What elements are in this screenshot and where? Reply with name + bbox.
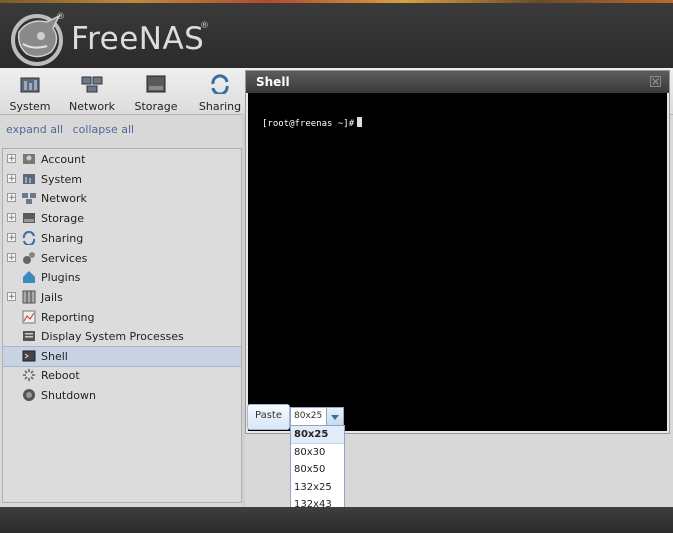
tree-controls: expand all collapse all — [6, 123, 140, 136]
network-icon — [81, 76, 103, 93]
tree-item-label: Account — [41, 153, 86, 166]
network-icon — [22, 193, 36, 204]
tree-item-storage[interactable]: + Storage — [3, 209, 241, 228]
shell-window: Shell [root@freenas ~]# — [245, 70, 670, 434]
tree-item-display-system-processes[interactable]: Display System Processes — [3, 327, 241, 346]
tree-item-label: Network — [41, 192, 87, 205]
terminal-prompt: [root@freenas ~]# — [262, 117, 363, 129]
toolbar-label: Sharing — [198, 100, 242, 113]
tree-item-system[interactable]: + System — [3, 170, 241, 189]
toolbar-storage-button[interactable]: Storage — [126, 74, 186, 114]
system-icon — [20, 77, 40, 93]
option-label: 80x30 — [294, 447, 326, 458]
chevron-down-icon — [331, 415, 339, 420]
tree-item-network[interactable]: + Network — [3, 189, 241, 208]
app-footer — [0, 507, 673, 533]
tree-item-shutdown[interactable]: Shutdown — [3, 386, 241, 405]
toolbar-label: Network — [69, 100, 115, 113]
account-icon — [23, 154, 35, 164]
plugins-icon — [23, 271, 35, 283]
sharing-icon — [22, 231, 36, 245]
expand-all-link[interactable]: expand all — [6, 123, 63, 136]
shutdown-icon — [23, 389, 35, 401]
expand-icon[interactable]: + — [7, 193, 16, 203]
jails-icon — [22, 290, 36, 304]
tree-item-label: Jails — [41, 291, 63, 304]
tree-item-services[interactable]: + Services — [3, 249, 241, 268]
expand-icon[interactable]: + — [7, 292, 16, 302]
prompt-text: [root@freenas ~]# — [262, 119, 355, 129]
terminal-area[interactable]: [root@freenas ~]# — [248, 93, 667, 431]
tree-item-label: Plugins — [41, 271, 81, 284]
toolbar-sharing-button[interactable]: Sharing — [190, 74, 250, 114]
tree-item-reboot[interactable]: Reboot — [3, 366, 241, 385]
size-option[interactable]: 132x25 — [291, 479, 344, 496]
expand-icon[interactable]: + — [7, 174, 16, 184]
toolbar-label: System — [9, 100, 51, 113]
collapse-all-link[interactable]: collapse all — [73, 123, 134, 136]
terminal-cursor — [357, 117, 363, 127]
tree-item-label: Reboot — [41, 369, 80, 382]
dropdown-arrow[interactable] — [326, 408, 343, 426]
option-label: 80x50 — [294, 464, 326, 475]
reporting-icon — [22, 310, 36, 324]
size-option[interactable]: 80x50 — [291, 461, 344, 478]
tree-item-label: Shutdown — [41, 389, 96, 402]
size-option[interactable]: 80x30 — [291, 444, 344, 461]
toolbar-label: Storage — [134, 100, 178, 113]
toolbar-network-button[interactable]: Network — [62, 74, 122, 114]
toolbar-system-button[interactable]: System — [0, 74, 60, 114]
storage-icon — [146, 75, 166, 93]
terminal-size-select[interactable]: 80x25 — [290, 407, 344, 427]
size-option[interactable]: 80x25 — [291, 426, 344, 444]
shell-icon — [22, 350, 36, 362]
tree-item-label: Sharing — [41, 232, 84, 245]
processes-icon — [23, 331, 35, 341]
select-value: 80x25 — [294, 411, 323, 421]
system-icon — [23, 174, 35, 184]
registered-mark: ® — [200, 21, 209, 31]
sharing-icon — [211, 74, 229, 94]
tree-item-label: Shell — [41, 350, 68, 363]
expand-icon[interactable]: + — [7, 154, 16, 164]
app-header: ® FreeNAS ® — [0, 3, 673, 68]
tree-item-label: Display System Processes — [41, 330, 184, 343]
services-icon — [23, 252, 35, 264]
expand-icon[interactable]: + — [7, 213, 16, 223]
tree-item-shell[interactable]: Shell — [3, 346, 241, 367]
tree-item-account[interactable]: + Account — [3, 150, 241, 169]
tree-item-sharing[interactable]: + Sharing — [3, 229, 241, 248]
expand-icon[interactable]: + — [7, 253, 16, 263]
reboot-icon — [23, 369, 35, 381]
close-icon[interactable] — [650, 76, 661, 87]
option-label: 80x25 — [294, 429, 329, 440]
storage-icon — [23, 213, 35, 223]
shell-titlebar: Shell — [246, 71, 669, 93]
option-label: 132x25 — [294, 482, 332, 493]
tree-item-jails[interactable]: + Jails — [3, 288, 241, 307]
registered-mark: ® — [56, 12, 65, 22]
tree-item-label: Services — [41, 252, 88, 265]
brand-name: FreeNAS — [71, 21, 205, 57]
tree-item-label: System — [41, 173, 83, 186]
shell-title: Shell — [256, 75, 290, 89]
expand-icon[interactable]: + — [7, 233, 16, 243]
tree-item-plugins[interactable]: Plugins — [3, 268, 241, 287]
tree-item-label: Reporting — [41, 311, 95, 324]
tree-item-reporting[interactable]: Reporting — [3, 308, 241, 327]
navigation-tree: + Account + System + Network + Storage +… — [2, 148, 242, 503]
tree-item-label: Storage — [41, 212, 85, 225]
paste-button[interactable]: Paste — [247, 404, 290, 430]
